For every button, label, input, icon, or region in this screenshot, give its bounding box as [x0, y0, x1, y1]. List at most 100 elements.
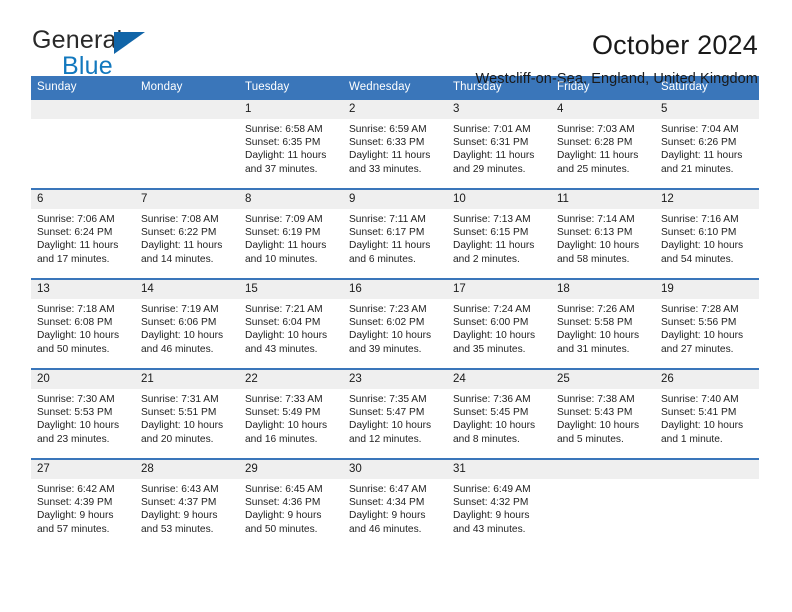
- calendar-day-cell[interactable]: 17 Sunrise: 7:24 AM Sunset: 6:00 PM Dayligh…: [447, 278, 551, 369]
- sunset-text: Sunset: 5:45 PM: [453, 407, 529, 419]
- sunset-text: Sunset: 4:32 PM: [453, 497, 529, 509]
- day-number: 18: [551, 280, 655, 299]
- day-number: 16: [343, 280, 447, 299]
- daylight-text: Daylight: 9 hours and 53 minutes.: [141, 510, 218, 535]
- calendar-day-cell[interactable]: 5 Sunrise: 7:04 AM Sunset: 6:26 PM Daylight…: [655, 98, 759, 189]
- calendar-day-cell[interactable]: 7 Sunrise: 7:08 AM Sunset: 6:22 PM Daylight…: [135, 188, 239, 279]
- calendar-day-cell[interactable]: 10 Sunrise: 7:13 AM Sunset: 6:15 PM Dayligh…: [447, 188, 551, 279]
- sunset-text: Sunset: 6:10 PM: [661, 227, 737, 239]
- calendar-day-cell[interactable]: 18 Sunrise: 7:26 AM Sunset: 5:58 PM Dayligh…: [551, 278, 655, 369]
- calendar-day-cell[interactable]: 22 Sunrise: 7:33 AM Sunset: 5:49 PM Dayligh…: [239, 368, 343, 459]
- sunrise-text: Sunrise: 7:03 AM: [557, 124, 635, 135]
- sunset-text: Sunset: 6:35 PM: [245, 137, 321, 149]
- calendar-day-cell[interactable]: 6 Sunrise: 7:06 AM Sunset: 6:24 PM Daylight…: [31, 188, 135, 279]
- calendar-day-cell[interactable]: 16 Sunrise: 7:23 AM Sunset: 6:02 PM Dayligh…: [343, 278, 447, 369]
- sunset-text: Sunset: 4:37 PM: [141, 497, 217, 509]
- calendar-day-cell[interactable]: 9 Sunrise: 7:11 AM Sunset: 6:17 PM Daylight…: [343, 188, 447, 279]
- calendar-day-cell[interactable]: 3 Sunrise: 7:01 AM Sunset: 6:31 PM Daylight…: [447, 98, 551, 189]
- day-number: 30: [343, 460, 447, 479]
- sunrise-text: Sunrise: 7:19 AM: [141, 304, 219, 315]
- calendar-day-cell[interactable]: 20 Sunrise: 7:30 AM Sunset: 5:53 PM Dayligh…: [31, 368, 135, 459]
- calendar-week-row: 20 Sunrise: 7:30 AM Sunset: 5:53 PM Dayligh…: [31, 368, 759, 459]
- calendar-day-cell-empty: [551, 458, 655, 549]
- calendar-day-cell-empty: [655, 458, 759, 549]
- daylight-text: Daylight: 10 hours and 46 minutes.: [141, 330, 224, 355]
- day-details: Sunrise: 6:47 AM Sunset: 4:34 PM Daylight:…: [343, 479, 447, 536]
- daylight-text: Daylight: 11 hours and 21 minutes.: [661, 150, 743, 175]
- calendar-table: Sunday Monday Tuesday Wednesday Thursday Frid…: [31, 76, 759, 549]
- day-details: Sunrise: 7:35 AM Sunset: 5:47 PM Daylight:…: [343, 389, 447, 446]
- sunset-text: Sunset: 5:41 PM: [661, 407, 737, 419]
- calendar-day-cell-empty: [31, 98, 135, 189]
- daylight-text: Daylight: 11 hours and 25 minutes.: [557, 150, 639, 175]
- sunset-text: Sunset: 4:34 PM: [349, 497, 425, 509]
- day-number: 13: [31, 280, 135, 299]
- sunrise-text: Sunrise: 6:47 AM: [349, 484, 427, 495]
- sunset-text: Sunset: 6:02 PM: [349, 317, 425, 329]
- day-details: Sunrise: 7:08 AM Sunset: 6:22 PM Daylight:…: [135, 209, 239, 266]
- calendar-day-cell[interactable]: 29 Sunrise: 6:45 AM Sunset: 4:36 PM Dayligh…: [239, 458, 343, 549]
- day-details: Sunrise: 7:31 AM Sunset: 5:51 PM Daylight:…: [135, 389, 239, 446]
- day-details: Sunrise: 7:16 AM Sunset: 6:10 PM Daylight:…: [655, 209, 759, 266]
- day-number: 22: [239, 370, 343, 389]
- day-number: 12: [655, 190, 759, 209]
- calendar-day-cell[interactable]: 21 Sunrise: 7:31 AM Sunset: 5:51 PM Dayligh…: [135, 368, 239, 459]
- daylight-text: Daylight: 11 hours and 33 minutes.: [349, 150, 431, 175]
- day-details: Sunrise: 7:21 AM Sunset: 6:04 PM Daylight:…: [239, 299, 343, 356]
- sunrise-text: Sunrise: 7:26 AM: [557, 304, 635, 315]
- calendar-day-cell[interactable]: 24 Sunrise: 7:36 AM Sunset: 5:45 PM Dayligh…: [447, 368, 551, 459]
- daylight-text: Daylight: 11 hours and 6 minutes.: [349, 240, 431, 265]
- calendar-day-cell[interactable]: 4 Sunrise: 7:03 AM Sunset: 6:28 PM Daylight…: [551, 98, 655, 189]
- day-details: Sunrise: 7:24 AM Sunset: 6:00 PM Daylight:…: [447, 299, 551, 356]
- calendar-day-cell[interactable]: 12 Sunrise: 7:16 AM Sunset: 6:10 PM Dayligh…: [655, 188, 759, 279]
- day-details: Sunrise: 7:26 AM Sunset: 5:58 PM Daylight:…: [551, 299, 655, 356]
- calendar-day-cell[interactable]: 26 Sunrise: 7:40 AM Sunset: 5:41 PM Dayligh…: [655, 368, 759, 459]
- calendar-day-cell[interactable]: 30 Sunrise: 6:47 AM Sunset: 4:34 PM Dayligh…: [343, 458, 447, 549]
- daylight-text: Daylight: 9 hours and 46 minutes.: [349, 510, 426, 535]
- title-block: October 2024 Westcliff-on-Sea, England, …: [476, 28, 758, 87]
- day-number: 26: [655, 370, 759, 389]
- calendar-day-cell[interactable]: 31 Sunrise: 6:49 AM Sunset: 4:32 PM Dayligh…: [447, 458, 551, 549]
- day-number: 5: [655, 100, 759, 119]
- calendar-day-cell[interactable]: 23 Sunrise: 7:35 AM Sunset: 5:47 PM Dayligh…: [343, 368, 447, 459]
- calendar-day-cell[interactable]: 28 Sunrise: 6:43 AM Sunset: 4:37 PM Dayligh…: [135, 458, 239, 549]
- calendar-day-cell[interactable]: 2 Sunrise: 6:59 AM Sunset: 6:33 PM Daylight…: [343, 98, 447, 189]
- daylight-text: Daylight: 9 hours and 43 minutes.: [453, 510, 530, 535]
- calendar-day-cell[interactable]: 25 Sunrise: 7:38 AM Sunset: 5:43 PM Dayligh…: [551, 368, 655, 459]
- calendar-day-cell[interactable]: 8 Sunrise: 7:09 AM Sunset: 6:19 PM Daylight…: [239, 188, 343, 279]
- day-number: 25: [551, 370, 655, 389]
- weekday-header-wednesday: Wednesday: [343, 76, 447, 99]
- calendar-day-cell[interactable]: 11 Sunrise: 7:14 AM Sunset: 6:13 PM Dayligh…: [551, 188, 655, 279]
- day-details: Sunrise: 7:36 AM Sunset: 5:45 PM Daylight:…: [447, 389, 551, 446]
- calendar-page: General Blue October 2024 Westcliff-on-S…: [0, 0, 792, 612]
- sunset-text: Sunset: 5:43 PM: [557, 407, 633, 419]
- calendar-day-cell[interactable]: 15 Sunrise: 7:21 AM Sunset: 6:04 PM Dayligh…: [239, 278, 343, 369]
- sunrise-text: Sunrise: 7:24 AM: [453, 304, 531, 315]
- day-number: 27: [31, 460, 135, 479]
- calendar-day-cell[interactable]: 1 Sunrise: 6:58 AM Sunset: 6:35 PM Daylight…: [239, 98, 343, 189]
- calendar-day-cell[interactable]: 13 Sunrise: 7:18 AM Sunset: 6:08 PM Dayligh…: [31, 278, 135, 369]
- calendar-day-cell[interactable]: 14 Sunrise: 7:19 AM Sunset: 6:06 PM Dayligh…: [135, 278, 239, 369]
- sunrise-text: Sunrise: 7:13 AM: [453, 214, 531, 225]
- logo-triangle-icon: [114, 32, 145, 54]
- calendar-week-row: 1 Sunrise: 6:58 AM Sunset: 6:35 PM Daylight…: [31, 98, 759, 189]
- day-details: Sunrise: 7:30 AM Sunset: 5:53 PM Daylight:…: [31, 389, 135, 446]
- page-header: General Blue October 2024 Westcliff-on-S…: [0, 0, 792, 88]
- daylight-text: Daylight: 10 hours and 43 minutes.: [245, 330, 328, 355]
- daylight-text: Daylight: 10 hours and 31 minutes.: [557, 330, 640, 355]
- sunrise-text: Sunrise: 7:36 AM: [453, 394, 531, 405]
- sunset-text: Sunset: 6:22 PM: [141, 227, 217, 239]
- day-details: Sunrise: 7:23 AM Sunset: 6:02 PM Daylight:…: [343, 299, 447, 356]
- day-details: Sunrise: 6:59 AM Sunset: 6:33 PM Daylight:…: [343, 119, 447, 176]
- sunrise-text: Sunrise: 6:49 AM: [453, 484, 531, 495]
- day-number: 15: [239, 280, 343, 299]
- day-number: 17: [447, 280, 551, 299]
- calendar-day-cell[interactable]: 19 Sunrise: 7:28 AM Sunset: 5:56 PM Dayligh…: [655, 278, 759, 369]
- sunrise-text: Sunrise: 7:28 AM: [661, 304, 739, 315]
- sunset-text: Sunset: 6:15 PM: [453, 227, 529, 239]
- day-details: Sunrise: 6:43 AM Sunset: 4:37 PM Daylight:…: [135, 479, 239, 536]
- daylight-text: Daylight: 10 hours and 16 minutes.: [245, 420, 328, 445]
- calendar-day-cell[interactable]: 27 Sunrise: 6:42 AM Sunset: 4:39 PM Dayligh…: [31, 458, 135, 549]
- daylight-text: Daylight: 11 hours and 14 minutes.: [141, 240, 223, 265]
- calendar-body: 1 Sunrise: 6:58 AM Sunset: 6:35 PM Daylight…: [31, 98, 759, 549]
